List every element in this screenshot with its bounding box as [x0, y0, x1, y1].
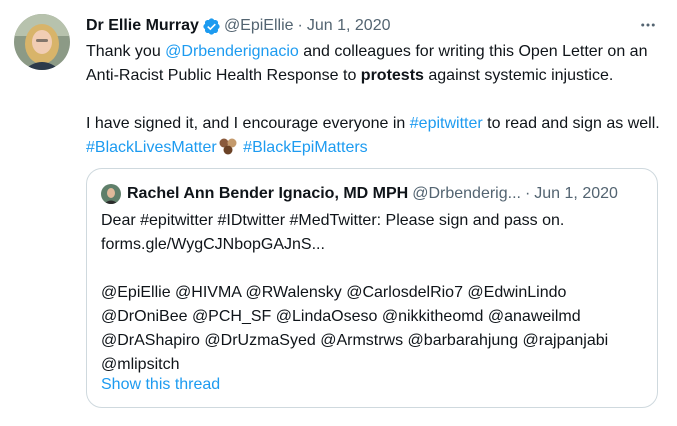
author-handle[interactable]: @EpiEllie [224, 17, 294, 35]
separator-dot: · [297, 17, 303, 34]
verified-badge-icon [202, 17, 221, 36]
hashtag-epitwitter[interactable]: #epitwitter [410, 115, 483, 132]
quoted-tweet[interactable]: Rachel Ann Bender Ignacio, MD MPH @Drben… [86, 168, 658, 408]
hashtag-blacklivesmatter[interactable]: #BlackLivesMatter [86, 139, 217, 156]
text-segment: I have signed it, and I encourage everyo… [86, 115, 410, 132]
text-segment: Thank you [86, 43, 166, 60]
quoted-tweet-date: Jun 1, 2020 [534, 185, 618, 202]
tweet-paragraph-1: Thank you @Drbenderignacio and colleague… [86, 40, 666, 88]
tweet-text: Thank you @Drbenderignacio and colleague… [86, 40, 666, 160]
quoted-line-2: forms.gle/WygCJNbopGAJnS... [101, 236, 325, 253]
tweet-header: Dr Ellie Murray @EpiEllie · Jun 1, 2020 [86, 14, 663, 38]
text-segment: to read and sign as well. [482, 115, 660, 132]
quoted-tweet-text: Dear #epitwitter #IDtwitter #MedTwitter:… [101, 209, 643, 377]
tweet-card: Dr Ellie Murray @EpiEllie · Jun 1, 2020 … [0, 0, 677, 426]
separator-dot: · [524, 185, 531, 202]
text-segment: against systemic injustice. [423, 67, 614, 84]
hashtag-blackepimatters[interactable]: #BlackEpiMatters [243, 139, 368, 156]
mention-link[interactable]: @Drbenderignacio [165, 43, 299, 60]
raised-fists-emoji-icon [218, 136, 238, 156]
author-avatar[interactable] [14, 14, 70, 70]
quoted-author-name: Rachel Ann Bender Ignacio, MD MPH [127, 185, 409, 202]
quoted-author-avatar [101, 184, 121, 204]
quoted-mentions: @EpiEllie @HIVMA @RWalensky @CarlosdelRi… [101, 284, 609, 373]
more-options-icon[interactable] [637, 14, 659, 36]
quoted-line-1: Dear #epitwitter #IDtwitter #MedTwitter:… [101, 212, 565, 229]
tweet-date[interactable]: Jun 1, 2020 [307, 17, 391, 35]
author-name[interactable]: Dr Ellie Murray [86, 17, 199, 35]
bold-keyword: protests [360, 67, 424, 84]
show-thread-link[interactable]: Show this thread [101, 373, 220, 397]
quoted-tweet-header: Rachel Ann Bender Ignacio, MD MPH @Drben… [101, 181, 643, 207]
tweet-paragraph-2: I have signed it, and I encourage everyo… [86, 112, 666, 160]
quoted-author-handle: @Drbenderig... [412, 185, 521, 202]
